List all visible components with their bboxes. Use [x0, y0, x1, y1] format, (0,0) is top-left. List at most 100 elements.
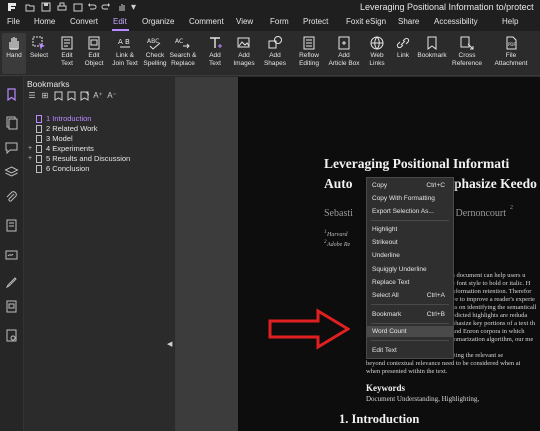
paper-authors-tail[interactable]: k Dernoncourt: [448, 208, 506, 219]
body-line[interactable]: when presented within the text.: [366, 368, 447, 376]
body-line[interactable]: beyond contextual relevance need to be c…: [366, 360, 521, 368]
expand-all-icon[interactable]: ⊞: [40, 91, 50, 101]
add-shape-icon: [268, 36, 282, 49]
open-folder-icon[interactable]: [24, 2, 35, 13]
bookmarks-panel-icon[interactable]: [4, 87, 19, 102]
panel-splitter[interactable]: ◀: [166, 77, 176, 431]
layers-panel-icon[interactable]: [4, 165, 19, 180]
affiliation-2[interactable]: Adobe Re: [327, 242, 350, 248]
undo-icon[interactable]: [86, 2, 97, 13]
bookmark-item-icon: [36, 155, 42, 163]
add-article-box-button[interactable]: Add Article Box: [326, 33, 362, 74]
tab-help[interactable]: Help: [502, 16, 518, 28]
body-line[interactable]: ve to improve a reader's experie: [452, 296, 535, 304]
tab-form[interactable]: Form: [270, 16, 289, 28]
expand-icon[interactable]: +: [28, 154, 34, 164]
link-button[interactable]: Link: [392, 33, 414, 74]
security-panel-icon[interactable]: [4, 328, 19, 343]
window-title: Leveraging Positional Information to/pro…: [360, 2, 534, 12]
menu-item-edit-text[interactable]: Edit Text: [367, 345, 453, 356]
edit-object-button[interactable]: Edit Object: [80, 33, 108, 74]
content-panel-icon[interactable]: [4, 299, 19, 314]
attachments-panel-icon[interactable]: [4, 190, 19, 205]
new-tab-icon[interactable]: [72, 2, 83, 13]
tab-view[interactable]: View: [236, 16, 253, 28]
paper-title-line-1[interactable]: Leveraging Positional Informati: [324, 156, 509, 172]
save-icon[interactable]: [40, 2, 51, 13]
tab-organize[interactable]: Organize: [142, 16, 174, 28]
menu-item-copy-with-formatting[interactable]: Copy With Formatting: [367, 193, 453, 204]
tab-protect[interactable]: Protect: [303, 16, 328, 28]
print-icon[interactable]: [56, 2, 67, 13]
hand-tool-icon[interactable]: [116, 2, 127, 13]
menu-item-copy[interactable]: Copy Ctrl+C: [367, 180, 453, 191]
menu-item-word-count[interactable]: Word Count: [367, 326, 453, 337]
document-viewport[interactable]: [176, 77, 540, 431]
paper-authors[interactable]: Sebasti: [324, 208, 353, 219]
body-line[interactable]: nformation retention. Therefor: [452, 288, 531, 296]
tab-accessibility[interactable]: Accessibility: [434, 16, 478, 28]
bookmark-options-icon[interactable]: ☰: [27, 91, 37, 101]
section-heading-introduction[interactable]: 1. Introduction: [339, 412, 419, 427]
pdf-attachment-button[interactable]: PDF File Attachment: [494, 33, 528, 74]
add-images-button[interactable]: Add Images: [230, 33, 258, 74]
tab-home[interactable]: Home: [34, 16, 55, 28]
select-button[interactable]: Select: [28, 33, 50, 74]
check-spelling-button[interactable]: ABC Check Spelling: [142, 33, 168, 74]
menu-item-export-selection[interactable]: Export Selection As...: [367, 206, 453, 217]
body-line[interactable]: mmarization algorithm, our me: [452, 336, 533, 344]
bookmark-button[interactable]: Bookmark: [416, 33, 448, 74]
body-line[interactable]: and Enron corpora in which: [452, 328, 525, 336]
link-join-icon: A B: [118, 38, 130, 48]
add-image-icon: [237, 37, 250, 48]
bookmark-item-icon: [36, 125, 42, 133]
collapse-panel-icon[interactable]: ◀: [167, 340, 172, 348]
keywords-text[interactable]: Document Understanding, Highlighting,: [366, 395, 479, 403]
tab-edit[interactable]: Edit: [113, 16, 127, 28]
expand-icon[interactable]: +: [28, 144, 34, 154]
body-line[interactable]: as on identifying the semanticall: [452, 304, 536, 312]
tab-file[interactable]: File: [7, 16, 20, 28]
body-line[interactable]: phasize key portions of a text th: [452, 320, 535, 328]
keywords-heading[interactable]: Keywords: [366, 383, 405, 393]
comments-panel-icon[interactable]: [4, 140, 19, 155]
signature-panel-icon[interactable]: [4, 247, 19, 262]
menu-item-highlight[interactable]: Highlight: [367, 224, 453, 235]
tab-comment[interactable]: Comment: [189, 16, 224, 28]
body-line[interactable]: edicted highlights are reduda: [452, 312, 527, 320]
edit-pen-icon[interactable]: [4, 275, 19, 290]
paper-title-line-2-tail[interactable]: phasize Keedo: [454, 176, 537, 192]
web-links-button[interactable]: Web Links: [364, 33, 390, 74]
redo-icon[interactable]: [100, 2, 111, 13]
increase-text-size-icon[interactable]: A⁺: [93, 91, 103, 101]
menu-item-strikeout[interactable]: Strikeout: [367, 237, 453, 248]
quick-access-dropdown-icon[interactable]: ▾: [128, 2, 139, 13]
hand-button[interactable]: Hand: [2, 33, 26, 74]
edit-text-button[interactable]: Edit Text: [54, 33, 80, 74]
pages-panel-icon[interactable]: [4, 115, 19, 130]
tab-share[interactable]: Share: [398, 16, 419, 28]
tab-convert[interactable]: Convert: [70, 16, 98, 28]
search-replace-button[interactable]: AC Search & Replace: [168, 33, 198, 74]
decrease-text-size-icon[interactable]: A⁻: [107, 91, 117, 101]
menu-item-select-all[interactable]: Select All Ctrl+A: [367, 290, 453, 301]
body-line[interactable]: e font style to bold or italic. H: [452, 280, 530, 288]
link-join-text-button[interactable]: A B Link & Join Text: [110, 33, 140, 74]
menu-item-bookmark[interactable]: Bookmark Ctrl+B: [367, 309, 453, 320]
menu-item-underline[interactable]: Underline: [367, 250, 453, 261]
cross-reference-button[interactable]: Cross Reference: [450, 33, 484, 74]
pdf-attachment-label: File Attachment: [494, 52, 528, 67]
add-shapes-button[interactable]: Add Shapes: [260, 33, 290, 74]
affiliation-1[interactable]: Harvard: [327, 232, 347, 238]
paper-title-line-2[interactable]: Auto: [324, 176, 353, 192]
page-tools-icon[interactable]: [4, 218, 19, 233]
reflow-editing-button[interactable]: Reflow Editing: [294, 33, 324, 74]
menu-item-replace-text[interactable]: Replace Text: [367, 277, 453, 288]
body-line[interactable]: a document can help users u: [452, 272, 525, 280]
delete-bookmark-icon[interactable]: [79, 91, 89, 101]
menu-item-squiggly-underline[interactable]: Squiggly Underline: [367, 264, 453, 275]
add-text-button[interactable]: Add Text: [202, 33, 228, 74]
add-bookmark-icon[interactable]: [53, 91, 63, 101]
tab-foxit-esign[interactable]: Foxit eSign: [346, 16, 386, 28]
add-child-bookmark-icon[interactable]: [66, 91, 76, 101]
